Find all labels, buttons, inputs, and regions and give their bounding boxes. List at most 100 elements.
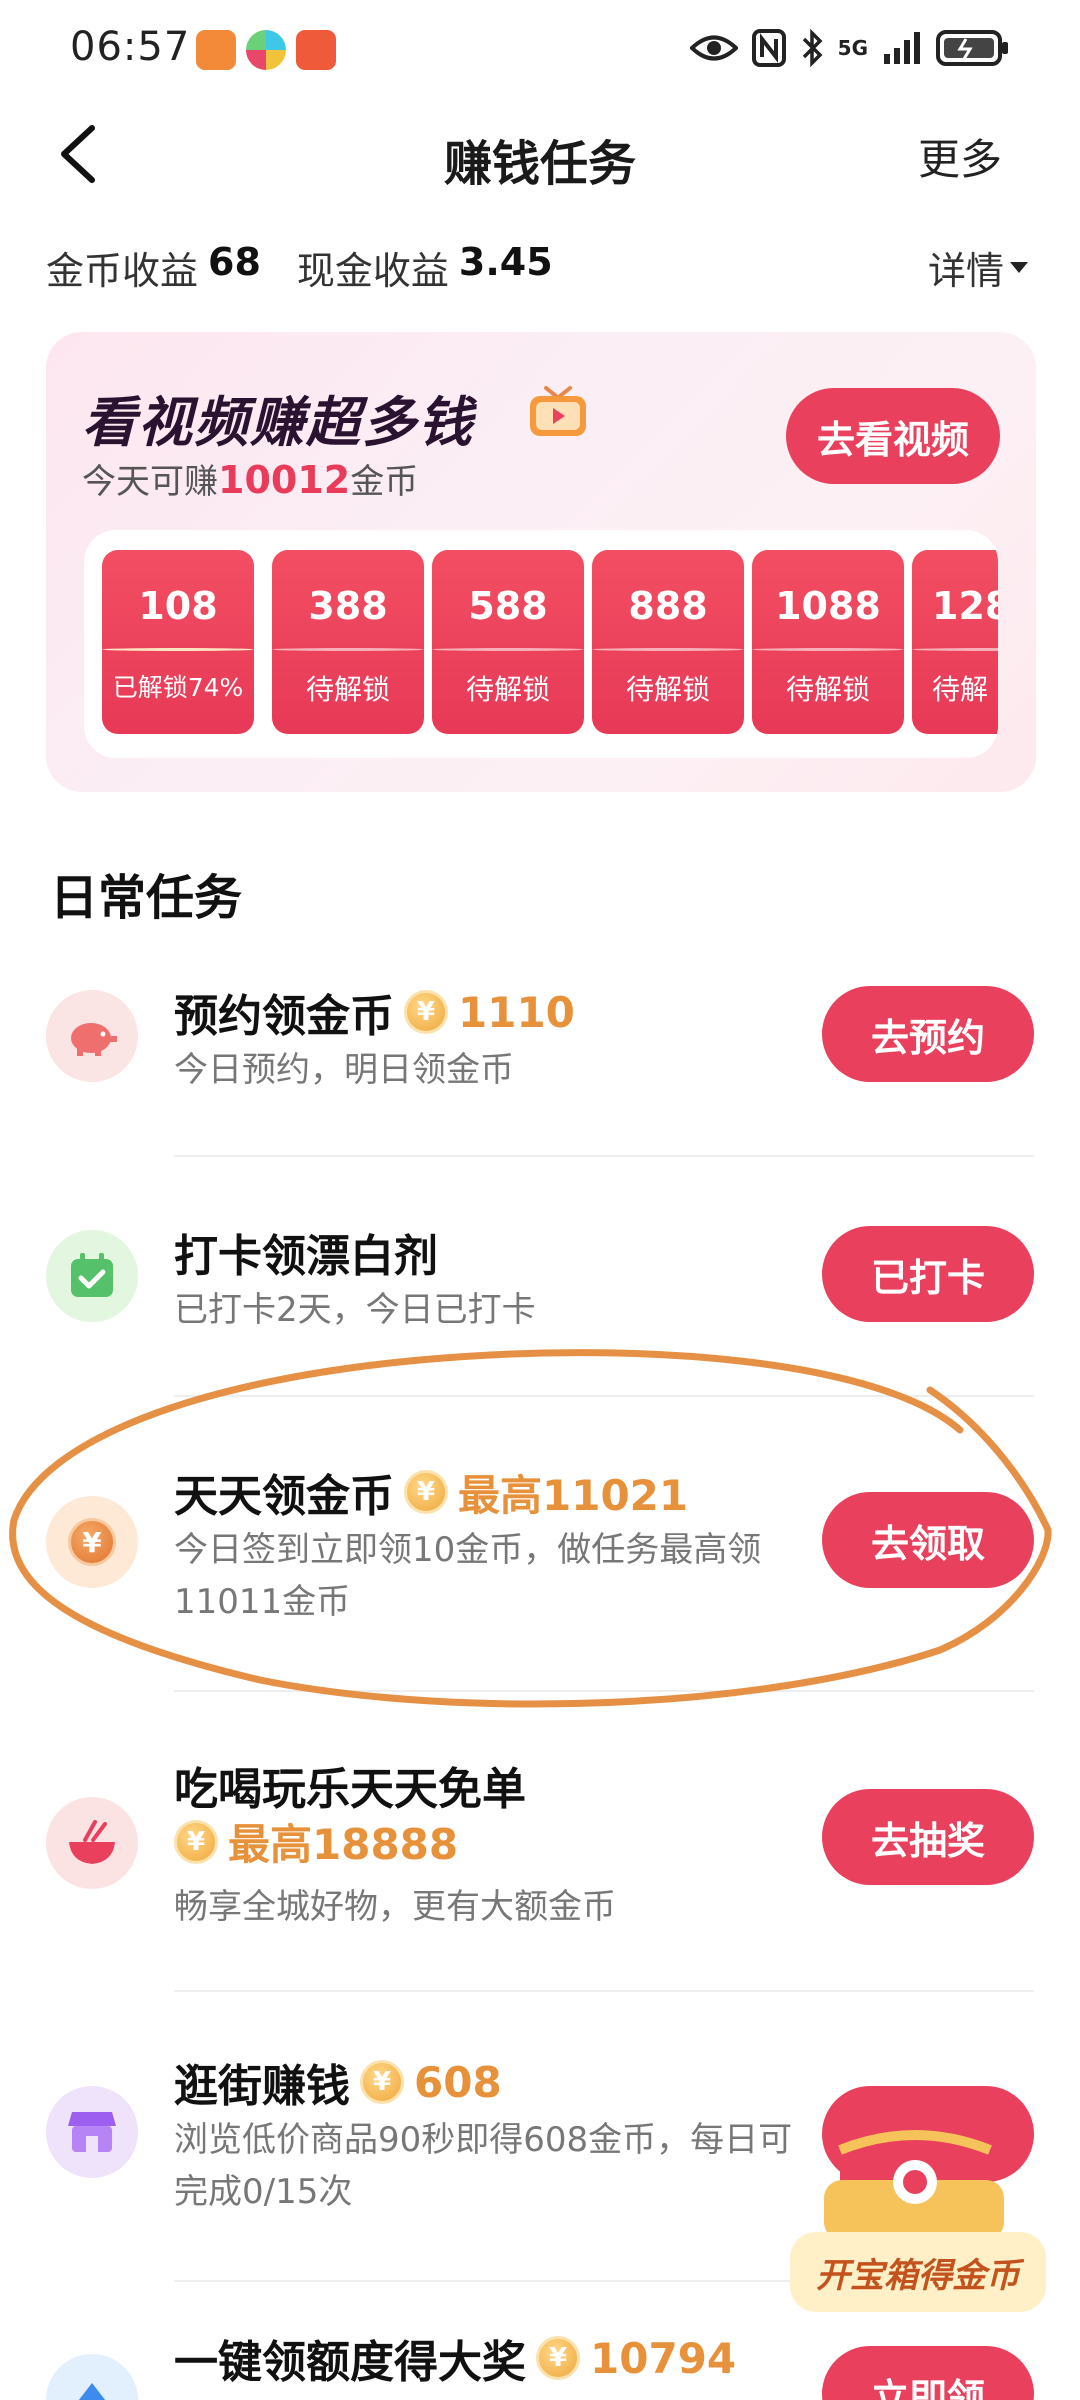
task-reward: 最高18888 <box>228 1820 459 1869</box>
watch-video-button[interactable]: 去看视频 <box>786 388 1000 484</box>
tier-divider <box>102 648 254 651</box>
task-description: 今日签到立即领10金币，做任务最高领11011金币 <box>174 1530 762 1622</box>
reward-tiers-strip[interactable]: 108 已解锁74% 388 待解锁 588 待解锁 888 待解锁 1088 待解锁 1… <box>84 530 998 758</box>
tier-amount: 128 <box>932 584 998 628</box>
coin-earnings-label: 金币收益 <box>46 249 199 293</box>
network-type: 5G <box>837 36 868 60</box>
coin-earnings-value: 68 <box>208 240 261 284</box>
task-divider <box>174 1155 1034 1157</box>
task-reward: 608 <box>414 2057 502 2107</box>
yen-symbol: ¥ <box>68 1518 116 1566</box>
tier-status: 待解锁 <box>465 673 550 706</box>
coin-icon: ¥ <box>404 1470 448 1514</box>
watch-video-card: 看视频赚超多钱 今天可赚10012金币 去看视频 108 已解锁74% 388 待解… <box>46 332 1036 792</box>
video-card-subtitle: 今天可赚10012金币 <box>82 454 418 503</box>
task-title: 吃喝玩乐天天免单 <box>174 1753 526 1817</box>
treasure-chest-icon <box>824 2110 1004 2250</box>
task-name: 打卡领漂白剂 <box>174 1231 438 1282</box>
task-divider <box>174 1690 1034 1692</box>
lottery-button[interactable]: 去抽奖 <box>822 1789 1034 1885</box>
food-bowl-icon <box>46 1797 138 1889</box>
reward-tier[interactable]: 388 待解锁 <box>272 550 424 734</box>
claim-button[interactable]: 去领取 <box>822 1492 1034 1588</box>
subtitle-prefix: 今天可赚 <box>82 462 218 502</box>
calendar-check-icon <box>46 1230 138 1322</box>
task-reward-row: ¥ 最高18888 <box>174 1811 458 1872</box>
task-name: 吃喝玩乐天天免单 <box>174 1764 526 1815</box>
coin-icon: ¥ <box>536 2336 580 2380</box>
bluetooth-icon <box>802 28 823 68</box>
task-title: 打卡领漂白剂 <box>174 1220 438 1284</box>
reward-tier[interactable]: 888 待解锁 <box>592 550 744 734</box>
task-description: 畅享全城好物，更有大额金币 <box>174 1887 616 1927</box>
reward-tier[interactable]: 108 已解锁74% <box>102 550 254 734</box>
task-checkin-bleach: 打卡领漂白剂 已打卡2天，今日已打卡 已打卡 <box>0 1200 1080 1400</box>
tier-amount: 588 <box>468 584 548 628</box>
task-name: 预约领金币 <box>174 991 394 1042</box>
task-reward: 10794 <box>590 2333 737 2383</box>
task-description: 今日预约，明日领金币 <box>174 1050 514 1090</box>
notification-app-icon-2 <box>246 30 286 70</box>
credit-icon <box>46 2354 138 2400</box>
task-title: 逛街赚钱 ¥ 608 <box>174 2050 502 2114</box>
daily-tasks-title: 日常任务 <box>50 870 243 926</box>
task-daily-coins: ¥ 天天领金币 ¥ 最高11021 今日签到立即领10金币，做任务最高领1101… <box>0 1440 1080 1690</box>
signal-icon <box>884 32 920 64</box>
task-divider <box>174 1990 1034 1992</box>
task-reward: 1110 <box>458 987 575 1037</box>
tier-amount: 1088 <box>775 584 881 628</box>
subtitle-amount: 10012 <box>218 458 351 502</box>
tier-divider <box>912 648 998 651</box>
top-bar: 赚钱任务 更多 <box>0 100 1080 210</box>
coin-icon: ¥ <box>404 990 448 1034</box>
tier-amount: 888 <box>628 584 708 628</box>
eye-icon <box>689 35 738 61</box>
more-button[interactable]: 更多 <box>918 126 1002 187</box>
checked-in-button[interactable]: 已打卡 <box>822 1226 1034 1322</box>
notification-app-icon-1 <box>196 30 236 70</box>
status-time: 06:57 <box>70 24 191 70</box>
tier-status: 待解锁 <box>625 673 710 706</box>
task-divider <box>174 1395 1034 1397</box>
cash-earnings-value: 3.45 <box>458 240 553 284</box>
reward-tier[interactable]: 128 待解 <box>912 550 998 734</box>
earnings-summary: 金币收益 68 现金收益 3.45 <box>46 240 579 295</box>
treasure-chest-label: 开宝箱得金币 <box>790 2232 1046 2312</box>
task-description: 已打卡2天，今日已打卡 <box>174 1290 536 1330</box>
caret-down-icon <box>1010 262 1028 273</box>
piggy-bank-icon <box>46 990 138 1082</box>
task-name: 天天领金币 <box>174 1471 394 1522</box>
details-label: 详情 <box>927 249 1004 293</box>
reward-tier[interactable]: 588 待解锁 <box>432 550 584 734</box>
task-description: 浏览低价商品90秒即得608金币，每日可完成0/15次 <box>174 2120 793 2212</box>
tier-status: 待解 <box>932 673 989 706</box>
subtitle-suffix: 金币 <box>350 462 419 502</box>
status-bar: 06:57 5G <box>0 0 1080 100</box>
battery-icon <box>936 30 1008 66</box>
task-name: 逛街赚钱 <box>174 2061 350 2112</box>
task-title: 预约领金币 ¥ 1110 <box>174 980 575 1044</box>
details-dropdown[interactable]: 详情 <box>928 240 1028 295</box>
coin-icon: ¥ <box>360 2060 404 2104</box>
task-reserve-coins: 预约领金币 ¥ 1110 今日预约，明日领金币 去预约 <box>0 960 1080 1160</box>
video-card-title: 看视频赚超多钱 <box>82 391 474 454</box>
task-name: 一键领额度得大奖 <box>174 2337 526 2388</box>
cash-earnings-label: 现金收益 <box>296 249 449 293</box>
nfc-icon <box>751 29 786 67</box>
yen-coin-icon: ¥ <box>46 1496 138 1588</box>
reward-tier[interactable]: 1088 待解锁 <box>752 550 904 734</box>
tier-divider <box>592 648 744 651</box>
reserve-button[interactable]: 去预约 <box>822 986 1034 1082</box>
tier-status: 待解锁 <box>785 673 870 706</box>
treasure-chest-widget[interactable]: 开宝箱得金币 <box>790 2090 1046 2390</box>
tier-amount: 388 <box>308 584 388 628</box>
tier-divider <box>432 648 584 651</box>
shop-icon <box>46 2086 138 2178</box>
task-title: 天天领金币 ¥ 最高11021 <box>174 1460 688 1524</box>
tier-status: 已解锁74% <box>112 673 244 702</box>
tier-amount: 108 <box>138 584 218 628</box>
task-free-meals: 吃喝玩乐天天免单 ¥ 最高18888 畅享全城好物，更有大额金币 去抽奖 <box>0 1735 1080 1985</box>
tier-divider <box>272 648 424 651</box>
task-title: 一键领额度得大奖 ¥ 10794 <box>174 2326 736 2390</box>
tv-icon <box>530 386 586 436</box>
